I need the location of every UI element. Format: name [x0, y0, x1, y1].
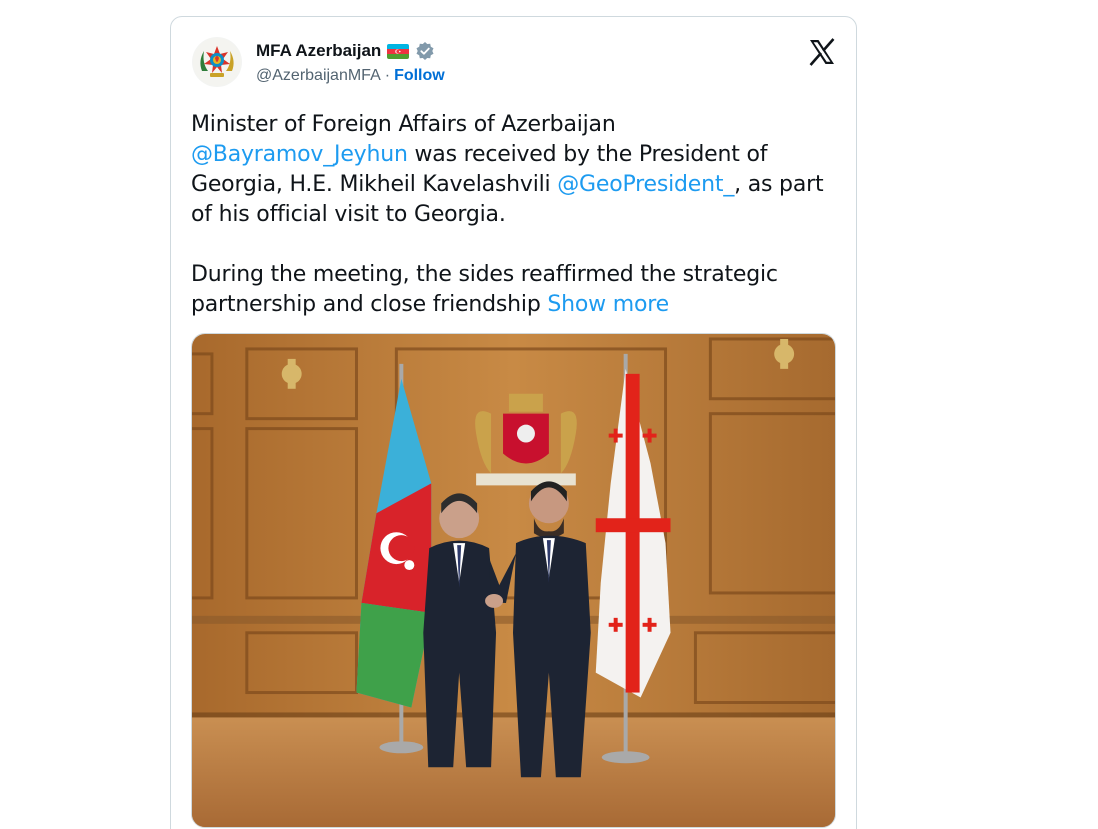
follow-button[interactable]: Follow [394, 67, 445, 85]
show-more-link[interactable]: Show more [547, 292, 669, 317]
mention-bayramov-jeyhun[interactable]: @Bayramov_Jeyhun [191, 142, 408, 167]
handle-separator: · [384, 67, 391, 84]
tweet-body: Minister of Foreign Affairs of Azerbaija… [191, 110, 841, 320]
author-handle[interactable]: @AzerbaijanMFA [256, 67, 381, 85]
tweet-header: MFA Azerbaijan @AzerbaijanMFA · Follow [192, 37, 837, 87]
author-display-name[interactable]: MFA Azerbaijan [256, 41, 381, 61]
tweet-paragraph-2: During the meeting, the sides reaffirmed… [191, 260, 841, 320]
author-name-row: MFA Azerbaijan [256, 41, 435, 61]
tweet-card[interactable]: MFA Azerbaijan @AzerbaijanMFA · Follow M… [170, 16, 857, 829]
verified-badge-icon [415, 41, 435, 61]
tweet-text-segment: Minister of Foreign Affairs of Azerbaija… [191, 112, 616, 137]
two-officials-handshake-photo [192, 334, 835, 827]
azerbaijan-flag-icon [387, 43, 410, 59]
x-logo-icon[interactable] [807, 37, 837, 67]
tweet-photo[interactable] [191, 333, 836, 828]
mention-geopresident[interactable]: @GeoPresident_ [557, 172, 734, 197]
tweet-text-segment: During the meeting, the sides reaffirmed… [191, 262, 778, 317]
avatar[interactable] [192, 37, 242, 87]
tweet-paragraph-1: Minister of Foreign Affairs of Azerbaija… [191, 110, 841, 230]
author-handle-row: @AzerbaijanMFA · Follow [256, 67, 445, 85]
emblem-icon [193, 38, 241, 86]
